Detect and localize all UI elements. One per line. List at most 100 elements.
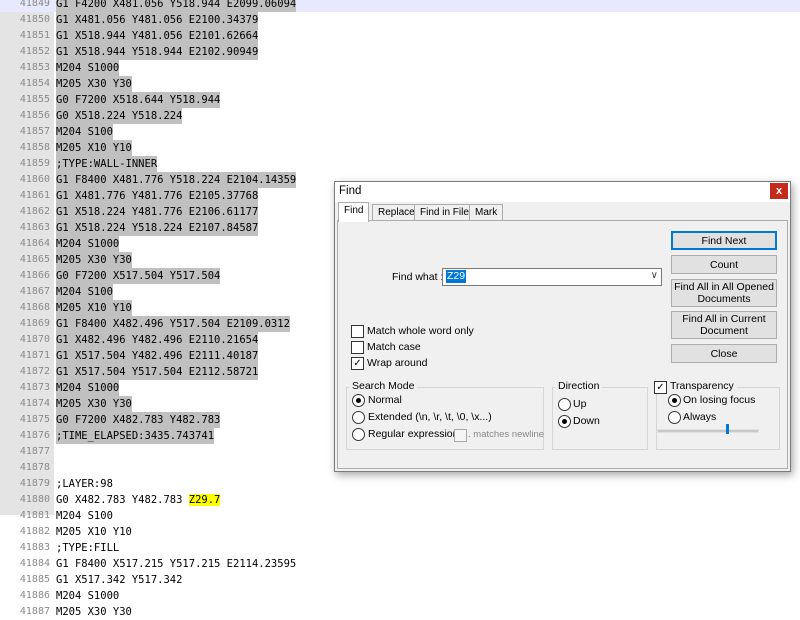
line-text: G1 X517.504 Y517.504 E2112.58721 — [56, 364, 259, 380]
line-number: 41858 — [19, 142, 50, 153]
up-radio[interactable] — [558, 398, 571, 411]
line-text: G1 X518.944 Y518.944 E2102.90949 — [56, 44, 259, 60]
line-number: 41885 — [19, 574, 50, 585]
line-text: G1 F8400 X482.496 Y517.504 E2109.0312 — [56, 316, 290, 332]
editor-line[interactable]: 41882 M205 X10 Y10 — [0, 524, 800, 540]
line-number: 41868 — [19, 302, 50, 313]
line-number: 41877 — [19, 446, 50, 457]
always-radio[interactable] — [668, 411, 681, 424]
line-text: M205 X10 Y10 — [56, 140, 132, 156]
editor-line[interactable]: 41857 M204 S100 — [0, 124, 800, 140]
line-text: G0 F7200 X517.504 Y517.504 — [56, 268, 221, 284]
line-text: M204 S1000 — [56, 60, 120, 76]
close-button[interactable]: Close — [671, 344, 777, 363]
find-tab-panel: Find what : Z29 ∨ Find Next Count Find A… — [337, 220, 788, 469]
line-text: ;TIME_ELAPSED:3435.743741 — [56, 428, 215, 444]
editor-line[interactable]: 41859 ;TYPE:WALL-INNER — [0, 156, 800, 172]
line-number: 41874 — [19, 398, 50, 409]
line-number: 41861 — [19, 190, 50, 201]
extended-radio[interactable] — [352, 411, 365, 424]
line-text: G1 X518.944 Y481.056 E2101.62664 — [56, 28, 259, 44]
line-number: 41850 — [19, 14, 50, 25]
close-icon[interactable]: x — [770, 183, 788, 199]
match-whole-word-checkbox[interactable] — [351, 325, 364, 338]
regex-label: Regular expression — [368, 428, 459, 440]
line-number: 41863 — [19, 222, 50, 233]
line-number: 41884 — [19, 558, 50, 569]
line-text: ;TYPE:FILL — [56, 542, 120, 554]
editor-line[interactable]: 41887 M205 X30 Y30 — [0, 604, 800, 620]
matches-newline-checkbox[interactable] — [454, 429, 467, 442]
transparency-checkbox[interactable]: ✓ — [654, 381, 667, 394]
editor-line[interactable]: 41855 G0 F7200 X518.644 Y518.944 — [0, 92, 800, 108]
line-number: 41887 — [19, 606, 50, 617]
down-radio[interactable] — [558, 415, 571, 428]
find-dialog: Find x Find Replace Find in Files Mark F… — [334, 181, 791, 472]
up-label: Up — [573, 398, 587, 410]
normal-radio[interactable] — [352, 394, 365, 407]
match-case-checkbox[interactable] — [351, 341, 364, 354]
editor-line[interactable]: 41849 G1 F4200 X481.056 Y518.944 E2099.06… — [0, 0, 800, 12]
matches-newline-label: . matches newline — [468, 429, 545, 440]
regex-radio[interactable] — [352, 428, 365, 441]
normal-label: Normal — [368, 394, 402, 406]
chevron-down-icon[interactable]: ∨ — [651, 270, 658, 281]
line-text: M204 S1000 — [56, 590, 120, 602]
wrap-around-checkbox[interactable]: ✓ — [351, 357, 364, 370]
line-number: 41865 — [19, 254, 50, 265]
line-text: M204 S100 — [56, 510, 113, 522]
editor-line[interactable]: 41883 ;TYPE:FILL — [0, 540, 800, 556]
line-number: 41867 — [19, 286, 50, 297]
direction-title: Direction — [555, 380, 603, 392]
editor-line[interactable]: 41854 M205 X30 Y30 — [0, 76, 800, 92]
extended-label: Extended (\n, \r, \t, \0, \x...) — [368, 411, 492, 423]
find-what-label: Find what : — [392, 271, 444, 283]
editor-line[interactable]: 41879 ;LAYER:98 — [0, 476, 800, 492]
search-mode-title: Search Mode — [349, 380, 418, 392]
line-number: 41879 — [19, 478, 50, 489]
transparency-slider-thumb[interactable] — [726, 424, 729, 434]
editor-line[interactable]: 41885 G1 X517.342 Y517.342 — [0, 572, 800, 588]
find-all-current-button[interactable]: Find All in Current Document — [671, 311, 777, 339]
line-text: G1 F8400 X481.776 Y518.224 E2104.14359 — [56, 172, 297, 188]
editor-line[interactable]: 41850 G1 X481.056 Y481.056 E2100.34379 — [0, 12, 800, 28]
always-label: Always — [683, 411, 717, 423]
line-text: M205 X30 Y30 — [56, 252, 132, 268]
editor-line[interactable]: 41851 G1 X518.944 Y481.056 E2101.62664 — [0, 28, 800, 44]
find-what-input[interactable]: Z29 ∨ — [442, 268, 662, 286]
line-text: G1 F4200 X481.056 Y518.944 E2099.06094 — [56, 0, 297, 12]
line-text: M204 S100 — [56, 284, 113, 300]
find-all-opened-button[interactable]: Find All in All Opened Documents — [671, 279, 777, 307]
on-losing-focus-label: On losing focus — [683, 394, 756, 406]
line-number: 41876 — [19, 430, 50, 441]
find-next-button[interactable]: Find Next — [671, 231, 777, 250]
line-number: 41849 — [19, 0, 50, 9]
dialog-titlebar[interactable]: Find x — [335, 182, 790, 202]
on-losing-focus-radio[interactable] — [668, 394, 681, 407]
line-number: 41860 — [19, 174, 50, 185]
editor-line[interactable]: 41881 M204 S100 — [0, 508, 800, 524]
editor-line[interactable]: 41853 M204 S1000 — [0, 60, 800, 76]
count-button[interactable]: Count — [671, 255, 777, 274]
transparency-slider-track[interactable] — [657, 429, 759, 433]
line-text: G0 F7200 X518.644 Y518.944 — [56, 92, 221, 108]
line-text: G1 X518.224 Y481.776 E2106.61177 — [56, 204, 259, 220]
line-text: ;LAYER:98 — [56, 478, 113, 490]
tab-mark[interactable]: Mark — [469, 204, 504, 221]
editor-line[interactable]: 41884 G1 F8400 X517.215 Y517.215 E2114.23… — [0, 556, 800, 572]
line-text: G1 X482.496 Y482.496 E2110.21654 — [56, 332, 259, 348]
editor-line[interactable]: 41858 M205 X10 Y10 — [0, 140, 800, 156]
line-number: 41852 — [19, 46, 50, 57]
editor-line[interactable]: 41886 M204 S1000 — [0, 588, 800, 604]
line-number: 41871 — [19, 350, 50, 361]
editor-line[interactable]: 41856 G0 X518.224 Y518.224 — [0, 108, 800, 124]
editor-line[interactable]: 41880 G0 X482.783 Y482.783 Z29.7 — [0, 492, 800, 508]
tab-find[interactable]: Find — [338, 202, 370, 222]
line-text: M205 X10 Y10 — [56, 300, 132, 316]
transparency-title: Transparency — [667, 380, 737, 392]
find-what-value: Z29 — [446, 270, 467, 283]
dialog-title: Find — [339, 185, 362, 197]
line-text: G1 F8400 X517.215 Y517.215 E2114.23595 — [56, 558, 297, 570]
line-number: 41854 — [19, 78, 50, 89]
editor-line[interactable]: 41852 G1 X518.944 Y518.944 E2102.90949 — [0, 44, 800, 60]
